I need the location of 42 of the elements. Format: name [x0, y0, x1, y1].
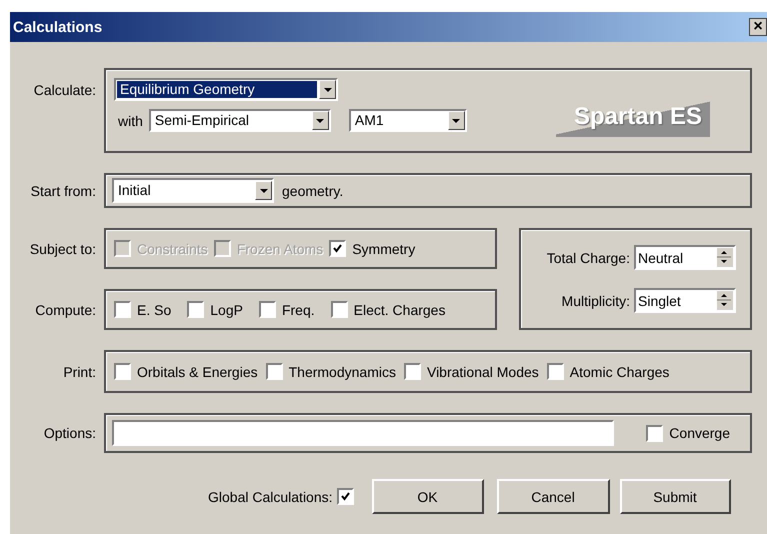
dialog-button[interactable]: OK [372, 479, 484, 514]
checkbox-option[interactable]: Elect. Charges [330, 301, 446, 318]
checkbox-option[interactable]: Freq. [258, 301, 315, 318]
dropdown-arrow-icon [324, 88, 332, 92]
checkbox-option[interactable]: Atomic Charges [546, 363, 670, 380]
dropdown-arrow-icon [260, 188, 268, 192]
task-dropdown[interactable]: Equilibrium Geometry [114, 78, 338, 101]
checkmark-icon [340, 492, 350, 501]
with-label: with [118, 112, 143, 128]
checkbox-option[interactable]: LogP [187, 301, 243, 318]
checkbox-option[interactable]: Thermodynamics [266, 363, 396, 380]
calculate-label: Calculate: [32, 82, 97, 98]
checkmark-icon [333, 244, 342, 253]
global-calculations-checkbox[interactable] [336, 488, 354, 505]
converge-checkbox[interactable]: Converge [646, 424, 730, 442]
spinner-arrows-icon [717, 248, 731, 266]
start-from-label: Start from: [30, 182, 97, 198]
start-geometry-dropdown[interactable]: Initial [112, 178, 274, 203]
dialog-button[interactable]: Cancel [496, 479, 610, 514]
multiplicity-spinner[interactable]: Singlet [634, 288, 736, 313]
options-label: Options: [42, 425, 97, 441]
checkbox-option[interactable]: Symmetry [329, 240, 416, 257]
subject-to-label: Subject to: [28, 240, 97, 256]
spinner-arrows-icon [717, 291, 731, 309]
multiplicity-label: Multiplicity: [562, 292, 630, 308]
global-calculations-label: Global Calculations: [208, 488, 333, 504]
total-charge-label: Total Charge: [546, 250, 630, 266]
options-input-field[interactable] [112, 420, 614, 446]
method-dropdown[interactable]: Semi-Empirical [148, 109, 331, 132]
window-title: Calculations [13, 18, 102, 36]
geometry-label: geometry. [282, 182, 344, 198]
checkbox-option[interactable]: Vibrational Modes [404, 363, 539, 380]
total-charge-spinner[interactable]: Neutral [634, 245, 736, 270]
dropdown-arrow-icon [452, 118, 460, 122]
model-dropdown[interactable]: AM1 [348, 109, 467, 132]
checkbox-option[interactable]: E. So [114, 301, 172, 318]
close-button[interactable]: × [749, 18, 767, 36]
print-label: Print: [62, 364, 97, 380]
dropdown-arrow-icon [316, 118, 324, 122]
dialog-button[interactable]: Submit [620, 479, 731, 514]
checkbox-option[interactable]: Orbitals & Energies [114, 363, 258, 380]
compute-label: Compute: [34, 302, 97, 318]
